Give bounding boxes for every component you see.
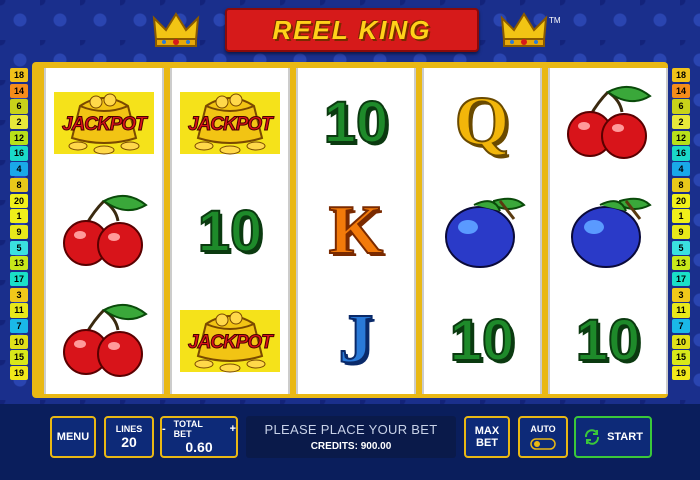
payline-indicator: 4: [10, 162, 28, 177]
payline-indicator: 13: [10, 256, 28, 271]
payline-indicator: 19: [672, 366, 690, 381]
lines-button[interactable]: LINES 20: [104, 416, 154, 458]
total-bet-label: TOTAL BET: [173, 419, 203, 439]
payline-indicator: 18: [10, 68, 28, 83]
credits-display: CREDITS: 900.00: [310, 441, 392, 452]
menu-button[interactable]: MENU: [50, 416, 96, 458]
auto-play-toggle[interactable]: AUTO: [518, 416, 568, 458]
payline-indicator: 6: [10, 99, 28, 114]
payline-indicator: 8: [10, 177, 28, 192]
payline-indicator: 16: [672, 146, 690, 161]
payline-indicator: 20: [672, 193, 690, 208]
toggle-switch-icon: [530, 438, 556, 450]
payline-indicator: 15: [672, 350, 690, 365]
lines-label: LINES: [115, 424, 143, 434]
total-bet-value: 0.60: [185, 439, 213, 455]
reel-cell: K: [298, 177, 414, 285]
cherry-icon: [46, 286, 162, 394]
jackpot-symbol: JACKPOT: [172, 286, 288, 394]
payline-indicator: 13: [672, 256, 690, 271]
payline-indicator: 17: [10, 271, 28, 287]
crown-left-icon: [152, 12, 200, 47]
cherry-icon: [46, 177, 162, 285]
payline-indicator: 7: [10, 319, 28, 334]
reel-2: JACKPOT 10 JACKPOT: [170, 68, 290, 394]
payline-indicator: 11: [672, 303, 690, 318]
symbol-queen: Q: [454, 82, 510, 161]
payline-indicator: 7: [672, 319, 690, 334]
payline-indicator: 10: [10, 334, 28, 349]
start-button[interactable]: START: [574, 416, 652, 458]
jackpot-symbol: JACKPOT: [172, 68, 288, 176]
payline-indicator: 18: [672, 68, 690, 83]
payline-indicator: 1: [672, 209, 690, 224]
jackpot-label: JACKPOT: [188, 114, 274, 136]
jackpot-label: JACKPOT: [62, 114, 148, 136]
symbol-king: K: [328, 191, 384, 270]
payline-indicator: 16: [10, 146, 28, 161]
cherry-icon: [550, 68, 666, 176]
reel-cell: Q: [424, 68, 540, 176]
payline-indicator: 6: [672, 99, 690, 114]
max-bet-button[interactable]: MAX BET: [464, 416, 510, 458]
status-message: PLEASE PLACE YOUR BET: [264, 422, 438, 437]
spin-icon: [585, 429, 600, 445]
payline-indicator: 4: [672, 162, 690, 177]
payline-indicator: 3: [10, 287, 28, 302]
payline-indicator: 12: [10, 130, 28, 145]
reel-cell: 10: [424, 286, 540, 394]
reel-3: 10 K J: [296, 68, 416, 394]
payline-indicator: 3: [672, 287, 690, 302]
jackpot-label: JACKPOT: [188, 332, 274, 354]
reel-cell: 10: [298, 68, 414, 176]
symbol-ten: 10: [323, 89, 390, 156]
payline-indicator: 5: [672, 240, 690, 255]
jackpot-symbol: JACKPOT: [46, 68, 162, 176]
payline-indicator: 9: [672, 224, 690, 240]
plum-icon: [550, 177, 666, 285]
payline-indicator: 5: [10, 240, 28, 255]
plum-icon: [424, 177, 540, 285]
reel-cell: 10: [550, 286, 666, 394]
payline-indicator: 14: [672, 83, 690, 98]
game-logo: REEL KING: [225, 8, 479, 52]
payline-indicator: 8: [672, 177, 690, 192]
reel-cell: J: [298, 286, 414, 394]
reel-1: JACKPOT: [44, 68, 164, 394]
lines-value: 20: [121, 434, 137, 450]
symbol-ten: 10: [197, 198, 264, 265]
crown-right-icon: [500, 12, 548, 47]
payline-indicator: 20: [10, 193, 28, 208]
message-panel: PLEASE PLACE YOUR BET CREDITS: 900.00: [246, 416, 456, 458]
left-payline-indicators: 18 14 6 2 12 16 4 8 20 1 9 5 13 17 3 11 7 10 15 19: [10, 68, 28, 382]
payline-indicator: 10: [672, 334, 690, 349]
total-bet-control: - TOTAL BET + 0.60: [160, 416, 238, 458]
symbol-jack: J: [338, 300, 375, 379]
payline-indicator: 11: [10, 303, 28, 318]
reel-5: 10: [548, 68, 668, 394]
trademark-mark: TM: [549, 16, 561, 25]
payline-indicator: 14: [10, 83, 28, 98]
payline-indicator: 2: [10, 115, 28, 130]
reel-cell: 10: [172, 177, 288, 285]
auto-label: AUTO: [530, 424, 556, 434]
symbol-ten: 10: [449, 307, 516, 374]
payline-indicator: 1: [10, 209, 28, 224]
payline-indicator: 9: [10, 224, 28, 240]
total-bet-decrease-button[interactable]: -: [162, 423, 166, 435]
total-bet-increase-button[interactable]: +: [230, 423, 236, 435]
reel-4: Q 10: [422, 68, 542, 394]
payline-indicator: 12: [672, 130, 690, 145]
game-title: REEL KING: [272, 14, 432, 45]
payline-indicator: 17: [672, 271, 690, 287]
payline-indicator: 19: [10, 366, 28, 381]
payline-indicator: 15: [10, 350, 28, 365]
symbol-ten: 10: [575, 307, 642, 374]
right-payline-indicators: 18 14 6 2 12 16 4 8 20 1 9 5 13 17 3 11 7 10 15 19: [672, 68, 690, 382]
payline-indicator: 2: [672, 115, 690, 130]
